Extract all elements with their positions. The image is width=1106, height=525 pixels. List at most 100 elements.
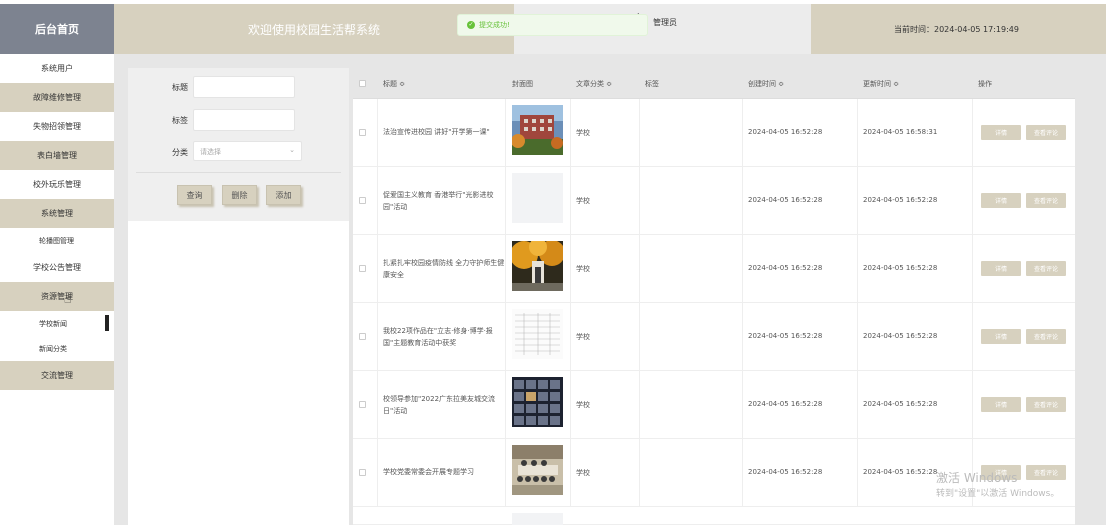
detail-button[interactable]: 详情: [981, 193, 1021, 208]
category-filter-label: 分类: [172, 148, 188, 157]
news-table: 标题 ≎ 封面图 文章分类 ≎ 标签 创建时间 ≎ 更新时间 ≎ 操作 法治宣传…: [353, 68, 1075, 525]
view-comments-button[interactable]: 查看评论: [1026, 261, 1066, 276]
add-button[interactable]: 添加: [266, 185, 301, 205]
row-created-time: 2024-04-05 16:52:28: [748, 196, 823, 204]
row-checkbox[interactable]: [359, 265, 366, 272]
query-button[interactable]: 查询: [177, 185, 212, 205]
row-cover-image: [512, 513, 563, 525]
detail-button[interactable]: 详情: [981, 125, 1021, 140]
view-comments-button[interactable]: 查看评论: [1026, 193, 1066, 208]
filter-divider: [136, 172, 341, 173]
sidebar-item-carousel[interactable]: 轮播图管理: [0, 228, 114, 253]
detail-button[interactable]: 详情: [981, 261, 1021, 276]
activation-watermark-title: 激活 Windows: [936, 471, 1018, 485]
title-filter-input[interactable]: [193, 76, 295, 98]
column-divider: [742, 99, 743, 167]
filter-panel: 标题 标签 分类 请选择 ⌄ 查询 删除 添加: [128, 68, 349, 221]
table-row: 促爱国主义教育 香港举行"光影进校园"活动 学校 2024-04-05 16:52:…: [353, 167, 1075, 235]
category-select-placeholder: 请选择: [200, 148, 221, 156]
column-divider: [570, 439, 571, 507]
row-checkbox[interactable]: [359, 333, 366, 340]
column-divider: [639, 439, 640, 507]
column-divider: [570, 235, 571, 303]
row-cover-image: [512, 309, 563, 359]
column-divider: [639, 99, 640, 167]
row-title[interactable]: 学校党委常委会开展专题学习: [383, 466, 505, 478]
column-divider: [972, 167, 973, 235]
column-divider: [505, 167, 506, 235]
sidebar-item-system-manage[interactable]: 系统管理: [0, 199, 114, 228]
header-tag: 标签: [645, 80, 659, 88]
column-divider: [639, 235, 640, 303]
detail-button[interactable]: 详情: [981, 397, 1021, 412]
header-created[interactable]: 创建时间 ≎: [748, 79, 784, 89]
row-category: 学校: [576, 129, 590, 137]
column-divider: [639, 167, 640, 235]
row-updated-time: 2024-04-05 16:52:28: [863, 400, 938, 408]
sidebar-item-off-campus[interactable]: 校外玩乐管理: [0, 170, 114, 199]
select-all-checkbox[interactable]: [359, 80, 366, 87]
content-left-gutter: [118, 68, 128, 525]
column-divider: [742, 167, 743, 235]
row-checkbox[interactable]: [359, 401, 366, 408]
user-role: 管理员: [653, 18, 677, 27]
header-title[interactable]: 标题 ≎: [383, 79, 405, 89]
row-cover-image: [512, 445, 563, 495]
column-divider: [857, 99, 858, 167]
sidebar-item-lost-found[interactable]: 失物招领管理: [0, 112, 114, 141]
page-scrollbar[interactable]: [1099, 54, 1106, 525]
detail-button[interactable]: 详情: [981, 329, 1021, 344]
row-title[interactable]: 促爱国主义教育 香港举行"光影进校园"活动: [383, 189, 505, 213]
column-divider: [857, 303, 858, 371]
row-title[interactable]: 校领导参加"2022广东拉美友城交流日"活动: [383, 393, 505, 417]
row-checkbox[interactable]: [359, 129, 366, 136]
column-divider: [377, 167, 378, 235]
column-divider: [505, 235, 506, 303]
row-title[interactable]: 法治宣传进校园 讲好"开学第一课": [383, 126, 505, 138]
view-comments-button[interactable]: 查看评论: [1026, 329, 1066, 344]
column-divider: [570, 371, 571, 439]
tag-filter-input[interactable]: [193, 109, 295, 131]
welcome-banner: 欢迎使用校园生活帮系统: [114, 4, 514, 54]
toast-message: 提交成功!: [479, 21, 510, 29]
sidebar-item-communication[interactable]: 交流管理: [0, 361, 114, 390]
column-divider: [742, 439, 743, 507]
sidebar-item-school-news[interactable]: 学校新闻: [0, 311, 114, 336]
view-comments-button[interactable]: 查看评论: [1026, 125, 1066, 140]
view-comments-button[interactable]: 查看评论: [1026, 465, 1066, 480]
column-divider: [857, 371, 858, 439]
view-comments-button[interactable]: 查看评论: [1026, 397, 1066, 412]
row-created-time: 2024-04-05 16:52:28: [748, 128, 823, 136]
row-cover-image: [512, 173, 563, 223]
row-category: 学校: [576, 469, 590, 477]
row-created-time: 2024-04-05 16:52:28: [748, 332, 823, 340]
column-divider: [570, 167, 571, 235]
sidebar-item-announcements[interactable]: 学校公告管理: [0, 253, 114, 282]
column-divider: [972, 99, 973, 167]
delete-button[interactable]: 删除: [222, 185, 257, 205]
sidebar-item-resources[interactable]: 资源管理: [0, 282, 114, 311]
column-divider: [505, 371, 506, 439]
row-category: 学校: [576, 265, 590, 273]
sidebar-item-repair[interactable]: 故障维修管理: [0, 83, 114, 112]
sidebar-item-confession-wall[interactable]: 表白墙管理: [0, 141, 114, 170]
home-brand-link[interactable]: 后台首页: [0, 4, 114, 54]
sidebar-item-system-users[interactable]: 系统用户: [0, 54, 114, 83]
row-updated-time: 2024-04-05 16:52:28: [863, 196, 938, 204]
header-updated[interactable]: 更新时间 ≎: [863, 79, 899, 89]
sidebar-item-news-category[interactable]: 新闻分类: [0, 336, 114, 361]
row-title[interactable]: 扎紧扎牢校园疫情防线 全力守护师生健康安全: [383, 257, 505, 281]
row-checkbox[interactable]: [359, 197, 366, 204]
column-divider: [505, 303, 506, 371]
row-cover-image: [512, 377, 563, 427]
header-category[interactable]: 文章分类 ≎: [576, 79, 612, 89]
row-checkbox[interactable]: [359, 469, 366, 476]
tag-filter-row: 标签: [128, 109, 349, 131]
column-divider: [972, 235, 973, 303]
column-divider: [639, 371, 640, 439]
sidebar-item-label: 学校新闻: [39, 319, 67, 328]
row-title[interactable]: 我校22项作品在"立志·修身·博学·报国"主题教育活动中获奖: [383, 325, 505, 349]
category-select[interactable]: 请选择 ⌄: [193, 141, 302, 161]
column-divider: [857, 439, 858, 507]
row-created-time: 2024-04-05 16:52:28: [748, 468, 823, 476]
